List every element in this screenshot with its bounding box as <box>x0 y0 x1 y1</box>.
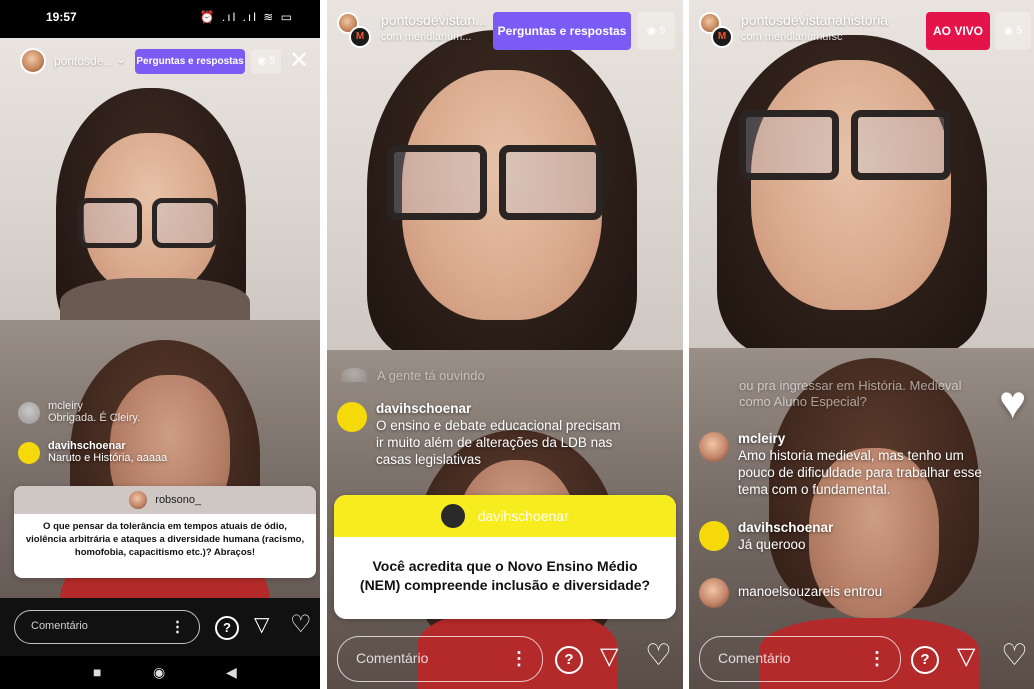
live-panel-2: M pontosdevistan... com meridianum... Pe… <box>327 0 683 689</box>
screenshot-collage: 19:57 ⏰ .ıl .ıl ≋ ▭ pontosde... ⌄ Pergun… <box>0 0 1034 689</box>
comment-avatar <box>341 368 367 382</box>
comment-item: davihschoenar Já querooo <box>699 519 989 553</box>
eye-icon: ◉ <box>1003 25 1014 37</box>
comment-bar: Comentário ⋮ ? ▽ ♡ <box>0 598 320 656</box>
question-text: Você acredita que o Novo Ensino Médio (N… <box>359 558 651 593</box>
account-avatar[interactable] <box>20 48 46 74</box>
heart-icon[interactable]: ♡ <box>290 610 312 639</box>
comment-input[interactable]: Comentário ⋮ <box>699 636 901 682</box>
comment-placeholder: Comentário <box>31 620 88 632</box>
comment-user: mcleiry <box>48 400 83 412</box>
chevron-down-icon[interactable]: ⌄ <box>116 52 126 66</box>
host-person <box>0 38 320 338</box>
host-video <box>0 38 320 338</box>
question-icon[interactable]: ? <box>555 646 583 674</box>
viewer-count: ◉ 5 <box>637 12 675 50</box>
comment-bar: Comentário ⋮ ? ▽ ♡ <box>327 630 683 689</box>
account-subtitle: com meridianumufsc <box>741 31 843 43</box>
viewer-count-value: 5 <box>659 25 666 37</box>
more-options-icon[interactable]: ⋮ <box>510 638 528 681</box>
comment-avatar <box>699 521 729 551</box>
comment-input[interactable]: Comentário ⋮ <box>14 610 200 644</box>
status-icons: ⏰ .ıl .ıl ≋ ▭ <box>199 10 294 24</box>
comment-avatar <box>699 578 729 608</box>
eye-icon: ◉ <box>256 55 267 67</box>
comment-avatar <box>337 402 367 432</box>
comment-text: ou pra ingressar em História. Medieval c… <box>739 378 962 409</box>
more-options-icon[interactable]: ⋮ <box>170 612 185 643</box>
viewer-count-value: 5 <box>1016 25 1023 37</box>
question-user-avatar <box>128 491 147 509</box>
live-panel-1: 19:57 ⏰ .ıl .ıl ≋ ▭ pontosde... ⌄ Pergun… <box>0 0 320 689</box>
viewer-count: ◉ 5 <box>995 12 1031 50</box>
account-name[interactable]: pontosdevistanahistoria <box>741 12 888 28</box>
comment-item: mcleiry Obrigada. É Cleiry. <box>18 400 298 424</box>
comment-text: Naruto e História, aaaaa <box>48 452 168 464</box>
comment-text: O ensino e debate educacional precisam i… <box>376 418 621 467</box>
android-nav-bar: ■ ◉ ◀ <box>0 656 320 689</box>
comment-input[interactable]: Comentário ⋮ <box>337 636 543 682</box>
send-icon[interactable]: ▽ <box>957 642 975 671</box>
comment-item: mcleiry Amo historia medieval, mas tenho… <box>699 430 989 498</box>
question-icon[interactable]: ? <box>215 616 239 640</box>
comment-avatar <box>18 402 40 424</box>
home-button[interactable]: ◉ <box>153 664 165 681</box>
question-card[interactable]: davihschoenar Você acredita que o Novo E… <box>334 495 676 619</box>
recents-button[interactable]: ■ <box>93 664 101 680</box>
join-text: manoelsouzareis entrou <box>738 584 883 599</box>
comment-avatar <box>699 432 729 462</box>
comment-placeholder: Comentário <box>356 650 429 666</box>
status-bar: 19:57 ⏰ .ıl .ıl ≋ ▭ <box>0 0 320 38</box>
comment-item: A gente tá ouvindo <box>341 368 661 383</box>
send-icon[interactable]: ▽ <box>254 612 269 637</box>
heart-icon[interactable]: ♡ <box>645 638 672 673</box>
qa-button[interactable]: Perguntas e respostas <box>493 12 631 50</box>
comment-bar: Comentário ⋮ ? ▽ ♡ <box>689 630 1034 689</box>
comment-text: Já querooo <box>738 537 806 552</box>
host-person <box>689 0 1034 355</box>
comment-item: davihschoenar Naruto e História, aaaaa <box>18 440 298 464</box>
account-name[interactable]: pontosde... <box>54 54 113 68</box>
host-video <box>327 0 683 360</box>
question-user-avatar <box>441 504 466 528</box>
heart-icon[interactable]: ♡ <box>1001 638 1028 673</box>
send-icon[interactable]: ▽ <box>600 642 618 671</box>
status-time: 19:57 <box>46 10 77 24</box>
comment-text: Obrigada. É Cleiry. <box>48 412 141 424</box>
close-icon[interactable]: ✕ <box>289 49 309 73</box>
question-card[interactable]: robsono_ O que pensar da tolerância em t… <box>14 486 316 578</box>
comment-avatar <box>18 442 40 464</box>
comment-user: davihschoenar <box>738 520 834 535</box>
comment-user: davihschoenar <box>48 440 126 452</box>
more-options-icon[interactable]: ⋮ <box>868 638 886 681</box>
account-name[interactable]: pontosdevistan... <box>381 12 487 28</box>
live-badge: AO VIVO <box>926 12 990 50</box>
host-person <box>327 0 683 360</box>
join-notice: manoelsouzareis entrou <box>699 576 989 608</box>
heart-filled-icon: ♥ <box>999 376 1027 428</box>
viewer-count: ◉ 5 <box>251 49 281 74</box>
eye-icon: ◉ <box>646 25 657 37</box>
account-subtitle: com meridianum... <box>381 31 472 43</box>
question-text: O que pensar da tolerância em tempos atu… <box>25 521 305 558</box>
guest-avatar[interactable]: M <box>711 26 733 48</box>
qa-button[interactable]: Perguntas e respostas <box>135 49 245 74</box>
back-button[interactable]: ◀ <box>226 664 237 681</box>
comment-user: davihschoenar <box>376 401 472 416</box>
question-card-header: robsono_ <box>14 486 316 514</box>
comment-user: mcleiry <box>738 431 786 446</box>
guest-avatar[interactable]: M <box>349 26 371 48</box>
question-user: davihschoenar <box>477 507 569 524</box>
comment-placeholder: Comentário <box>718 650 791 666</box>
comment-text: A gente tá ouvindo <box>377 368 485 383</box>
question-card-header: davihschoenar <box>334 495 676 537</box>
question-user: robsono_ <box>155 493 202 506</box>
live-panel-3: M pontosdevistanahistoria com meridianum… <box>689 0 1034 689</box>
host-video <box>689 0 1034 355</box>
question-icon[interactable]: ? <box>911 646 939 674</box>
comment-text: Amo historia medieval, mas tenho um pouc… <box>738 448 982 497</box>
comment-item: davihschoenar O ensino e debate educacio… <box>337 400 667 468</box>
comment-item: ou pra ingressar em História. Medieval c… <box>703 378 973 410</box>
viewer-count-value: 5 <box>269 55 276 67</box>
